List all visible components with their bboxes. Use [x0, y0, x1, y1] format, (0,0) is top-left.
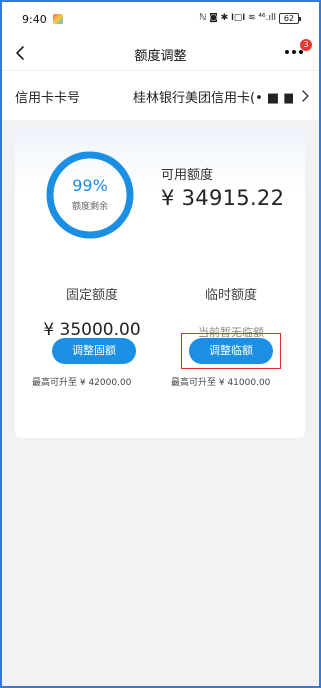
remaining-percent: 99%	[72, 176, 108, 195]
app-notification-icon	[53, 14, 63, 24]
more-options-icon[interactable]	[285, 50, 303, 54]
remaining-credit-gauge	[46, 151, 134, 239]
card-name-value: 桂林银行美团信用卡(• ■ ■ ■	[133, 91, 293, 106]
available-credit-label: 可用额度	[161, 168, 214, 183]
battery-icon: 62	[279, 12, 301, 24]
fixed-limit-section: 固定额度 ¥ 35000.00	[32, 284, 152, 340]
adjust-fixed-limit-button[interactable]: 调整固额	[52, 338, 136, 364]
page-title: 额度调整	[134, 49, 187, 64]
fixed-limit-title: 固定额度	[65, 288, 118, 303]
available-credit-amount: ¥ 34915.22	[161, 186, 285, 210]
fixed-limit-amount: ¥ 35000.00	[43, 320, 141, 340]
notification-badge: 3	[300, 39, 312, 51]
status-time: 9:40	[22, 13, 47, 26]
credit-limit-card: 99% 额度剩余 可用额度 ¥ 34915.22 固定额度 ¥ 35000.00…	[15, 128, 305, 438]
temporary-max-note: 最高可升至 ¥ 41000.00	[171, 378, 271, 388]
nav-bar: 额度调整 3	[0, 36, 321, 70]
temporary-limit-title: 临时额度	[204, 288, 257, 303]
adjust-temporary-limit-button[interactable]: 调整临额	[189, 338, 273, 364]
status-icons-text: ℕ ◙ ✱ 𝐈▢𝐈 ≋ ⁴⁶.ıll	[199, 13, 276, 23]
remaining-caption: 额度剩余	[71, 202, 108, 212]
fixed-max-note: 最高可升至 ¥ 42000.00	[32, 378, 132, 388]
card-selector-row[interactable]: 信用卡卡号 桂林银行美团信用卡(• ■ ■ ■	[0, 70, 321, 120]
chevron-right-icon	[302, 90, 309, 102]
card-number-label: 信用卡卡号	[15, 91, 81, 106]
status-icons: ℕ ◙ ✱ 𝐈▢𝐈 ≋ ⁴⁶.ıll 62	[199, 12, 301, 24]
status-bar: 9:40 ℕ ◙ ✱ 𝐈▢𝐈 ≋ ⁴⁶.ıll 62	[0, 0, 321, 36]
temporary-limit-section: 临时额度 当前暂无临额	[171, 284, 291, 339]
